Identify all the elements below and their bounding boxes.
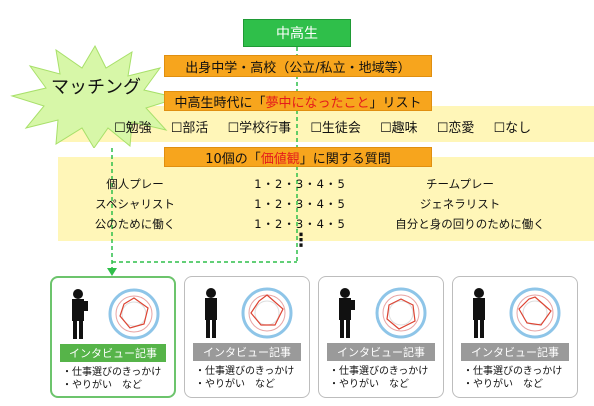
radar-chart-icon <box>375 287 427 339</box>
passion-highlight: 夢中になったこと <box>265 95 370 111</box>
check-romance: ☐恋愛 <box>436 121 475 136</box>
question-2-left: スペシャリスト <box>95 197 175 211</box>
check-student-council: ☐生徒会 <box>310 121 361 136</box>
person-icon <box>205 287 293 339</box>
radar-chart-icon <box>241 287 293 339</box>
check-study: ☐勉強 <box>114 121 152 136</box>
passion-list-box: 中高生時代に「 夢中になったこと 」リスト <box>164 91 432 111</box>
card-1-bullet-2: ・やりがい など <box>62 380 142 391</box>
values-highlight: 価値観 <box>260 151 300 167</box>
more-questions-ellipsis: ⋮ <box>292 230 310 251</box>
question-3-left: 公のために働く <box>94 217 176 231</box>
interview-card-4[interactable]: インタビュー記事 ・仕事選びのきっかけ ・やりがい など <box>452 276 578 398</box>
connector-arrowhead <box>107 268 117 276</box>
card-3-bullet-1: ・仕事選びのきっかけ <box>329 366 429 377</box>
person-icon <box>72 288 160 340</box>
interview-card-1[interactable]: インタビュー記事 ・仕事選びのきっかけ ・やりがい など <box>50 276 176 398</box>
values-suffix: 」に関する質問 <box>299 151 391 167</box>
interview-card-2[interactable]: インタビュー記事 ・仕事選びのきっかけ ・やりがい など <box>184 276 310 398</box>
values-question-box: 10個の「 価値観 」に関する質問 <box>164 147 432 167</box>
interview-card-4-title: インタビュー記事 <box>461 343 569 361</box>
question-1-left: 個人プレー <box>106 177 164 191</box>
person-icon <box>339 287 427 339</box>
question-1-scale: 1・2・3・4・5 <box>254 177 346 191</box>
passion-prefix: 中高生時代に「 <box>174 95 266 111</box>
interview-card-2-title: インタビュー記事 <box>193 343 301 361</box>
check-hobby: ☐趣味 <box>380 121 418 136</box>
radar-chart-icon <box>108 288 160 340</box>
interview-card-1-title: インタビュー記事 <box>60 344 166 362</box>
interview-card-3[interactable]: インタビュー記事 ・仕事選びのきっかけ ・やりがい など <box>318 276 444 398</box>
passion-suffix: 」リスト <box>369 95 422 111</box>
check-school-events: ☐学校行事 <box>227 121 292 136</box>
matching-label: マッチング <box>51 77 141 98</box>
card-1-bullet-1: ・仕事選びのきっかけ <box>62 367 162 378</box>
target-student-header: 中高生 <box>243 19 351 47</box>
question-3-right: 自分と身の回りのために働く <box>395 217 545 231</box>
check-none: ☐なし <box>493 121 532 136</box>
passion-checklist: ☐勉強 ☐部活 ☐学校行事 ☐生徒会 ☐趣味 ☐恋愛 ☐なし <box>114 117 594 136</box>
card-2-bullet-1: ・仕事選びのきっかけ <box>195 366 295 377</box>
values-prefix: 10個の「 <box>205 151 261 167</box>
interview-card-3-title: インタビュー記事 <box>327 343 435 361</box>
origin-school-box: 出身中学・高校（公立/私立・地域等） <box>164 55 432 77</box>
card-4-bullet-1: ・仕事選びのきっかけ <box>463 366 563 377</box>
question-2-right: ジェネラリスト <box>419 197 501 211</box>
interview-card-4-bullets: ・仕事選びのきっかけ ・やりがい など <box>463 365 562 391</box>
radar-chart-icon <box>509 287 561 339</box>
question-2-scale: 1・2・3・4・5 <box>254 197 346 211</box>
question-1-right: チームプレー <box>426 177 494 191</box>
card-4-bullet-2: ・やりがい など <box>463 379 543 390</box>
person-icon <box>473 287 561 339</box>
interview-card-1-bullets: ・仕事選びのきっかけ ・やりがい など <box>62 366 161 392</box>
check-club: ☐部活 <box>170 121 209 136</box>
card-3-bullet-2: ・やりがい など <box>329 379 409 390</box>
card-2-bullet-2: ・やりがい など <box>195 379 275 390</box>
interview-card-3-bullets: ・仕事選びのきっかけ ・やりがい など <box>329 365 428 391</box>
interview-card-2-bullets: ・仕事選びのきっかけ ・やりがい など <box>195 365 294 391</box>
